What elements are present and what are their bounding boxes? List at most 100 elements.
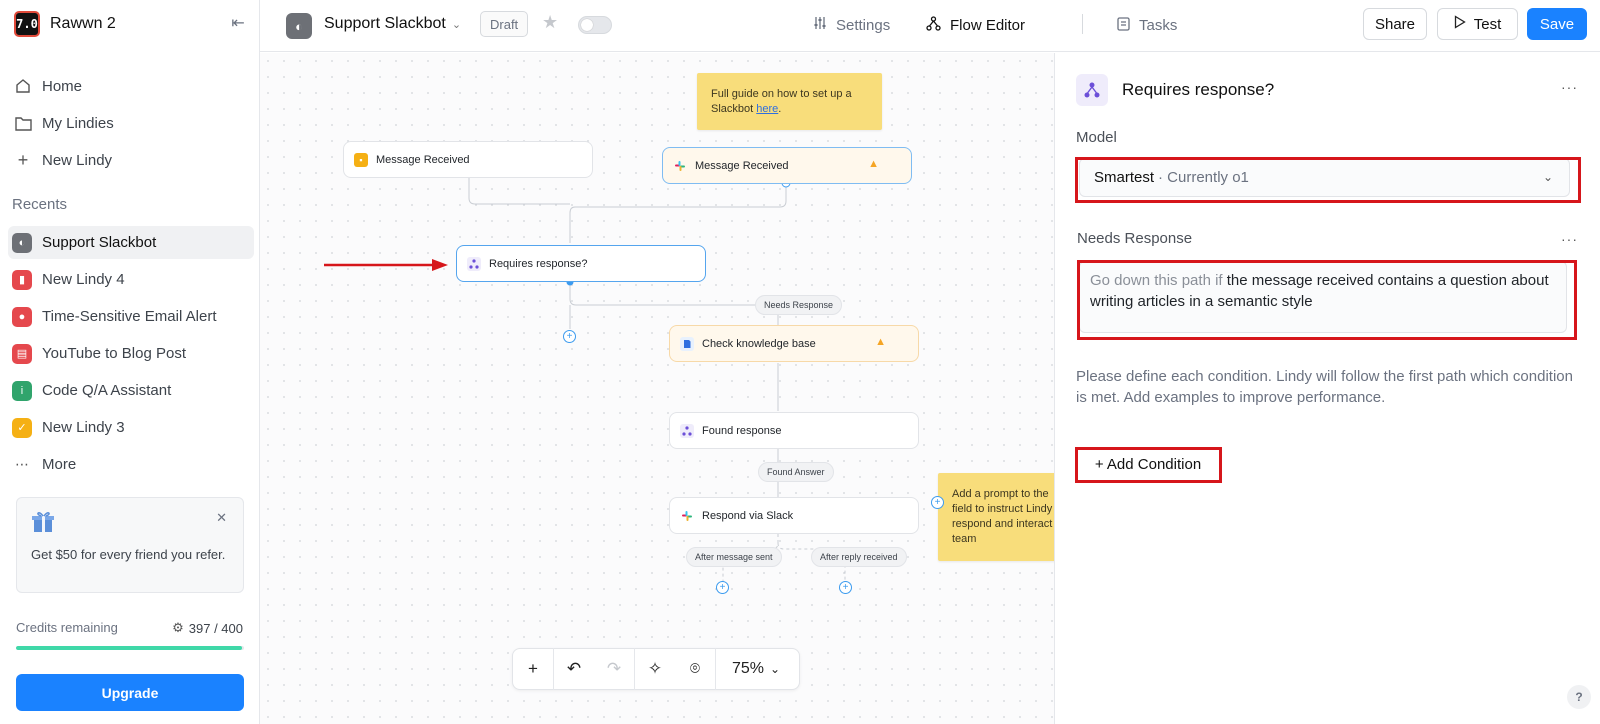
agent-name-dropdown[interactable]: Support Slackbot ⌄: [324, 15, 461, 33]
node-label: Message Received: [376, 153, 470, 166]
redo-icon[interactable]: ↷: [594, 649, 634, 689]
recent-item-label: Time-Sensitive Email Alert: [42, 308, 217, 325]
add-step-plus-icon[interactable]: +: [931, 496, 944, 509]
save-button[interactable]: Save: [1527, 8, 1587, 40]
workspace-switcher[interactable]: 7.0 Rawwn 2: [14, 11, 116, 37]
collapse-sidebar-icon[interactable]: ⇤: [227, 14, 249, 34]
recent-item-label: Support Slackbot: [42, 234, 157, 251]
credits-label: Credits remaining: [16, 620, 118, 635]
chevron-down-icon: ⌄: [451, 18, 462, 31]
node-found-response[interactable]: Found response: [669, 412, 919, 449]
tab-divider: [1082, 14, 1083, 34]
agent-icon: ◐: [286, 13, 312, 39]
star-icon[interactable]: ★: [542, 12, 558, 33]
zoom-dropdown[interactable]: 75% ⌄: [716, 660, 796, 678]
recents-more[interactable]: ⋯ More: [8, 448, 254, 481]
enable-toggle[interactable]: [578, 16, 612, 34]
tab-flow-editor-label: Flow Editor: [950, 16, 1026, 34]
test-button-label: Test: [1473, 15, 1502, 33]
add-node-icon[interactable]: +: [513, 649, 553, 689]
tab-tasks-label: Tasks: [1139, 16, 1178, 34]
node-respond-via-slack[interactable]: Respond via Slack: [669, 497, 919, 534]
flow-canvas[interactable]: Full guide on how to set up a Slackbot h…: [260, 53, 1054, 724]
edge-label-after-reply-received[interactable]: After reply received: [811, 547, 907, 567]
auto-layout-wand-icon[interactable]: ✧: [635, 649, 675, 689]
recent-item-time-sensitive-email-alert[interactable]: ● Time-Sensitive Email Alert: [8, 300, 254, 333]
more-dots-icon: ⋯: [15, 456, 29, 472]
cog-icon: ⚙: [172, 620, 184, 635]
recent-item-youtube-to-blog-post[interactable]: ▤ YouTube to Blog Post: [8, 337, 254, 370]
status-badge: Draft: [480, 11, 529, 37]
fit-view-icon[interactable]: ⌾: [675, 649, 715, 689]
zoom-level: 75%: [731, 660, 764, 677]
credits-progress-fill: [16, 646, 243, 650]
credits-value: ⚙ 397 / 400: [172, 620, 243, 636]
sliders-icon: [813, 16, 827, 34]
gift-icon: [31, 510, 55, 540]
node-label: Message Received: [695, 159, 789, 172]
recent-item-label: Code Q/A Assistant: [42, 382, 172, 399]
close-icon[interactable]: ✕: [216, 510, 227, 526]
flow-icon: [926, 15, 941, 35]
edge-label-after-message-sent[interactable]: After message sent: [686, 547, 782, 567]
slack-icon: [680, 509, 694, 523]
bell-icon: ●: [12, 306, 32, 327]
condition-prefix: Go down this path if: [1090, 272, 1223, 289]
edge-label-needs-response[interactable]: Needs Response: [755, 295, 843, 315]
node-message-received-slack[interactable]: Message Received ▲: [662, 147, 912, 184]
recent-item-label: YouTube to Blog Post: [42, 345, 186, 362]
nav-my-lindies-label: My Lindies: [42, 114, 114, 132]
nav-new-lindy-label: New Lindy: [42, 151, 113, 169]
model-sub: · Currently o1: [1158, 169, 1249, 186]
condition-input[interactable]: Go down this path if the message receive…: [1079, 261, 1567, 333]
recent-item-new-lindy-3[interactable]: ✓ New Lindy 3: [8, 411, 254, 444]
tab-flow-editor[interactable]: Flow Editor: [926, 14, 1025, 36]
info-icon: i: [12, 380, 32, 401]
annotation-arrow: [324, 259, 448, 271]
more-options-icon[interactable]: ···: [1561, 79, 1578, 95]
add-condition-button[interactable]: + Add Condition: [1078, 449, 1218, 480]
nav-new-lindy[interactable]: + New Lindy: [12, 144, 254, 176]
edge-label-found-answer[interactable]: Found Answer: [758, 462, 834, 482]
guide-note-period: .: [778, 103, 782, 115]
sidebar: 7.0 Rawwn 2 ⇤ Home My Lindies + New Lind…: [0, 0, 260, 724]
recent-item-new-lindy-4[interactable]: ▮ New Lindy 4: [8, 263, 254, 296]
node-label: Check knowledge base: [702, 337, 816, 350]
add-step-plus-icon[interactable]: +: [839, 581, 852, 594]
prompt-sticky-note[interactable]: Add a prompt to the field to instruct Li…: [938, 473, 1054, 561]
promo-text: Get $50 for every friend you refer.: [31, 547, 226, 562]
chevron-down-icon: ⌄: [1542, 170, 1553, 184]
add-step-plus-icon[interactable]: +: [716, 581, 729, 594]
folder-icon: [14, 114, 32, 132]
add-step-plus-icon[interactable]: +: [563, 330, 576, 343]
node-check-knowledge-base[interactable]: Check knowledge base ▲: [669, 325, 919, 362]
chart-icon: ▮: [12, 269, 32, 290]
upgrade-button[interactable]: Upgrade: [16, 674, 244, 711]
node-requires-response[interactable]: Requires response?: [456, 245, 706, 282]
nav-my-lindies[interactable]: My Lindies: [12, 107, 254, 139]
guide-sticky-note[interactable]: Full guide on how to set up a Slackbot h…: [697, 73, 882, 130]
agent-name: Support Slackbot: [324, 15, 446, 32]
test-button[interactable]: Test: [1437, 8, 1518, 40]
help-icon[interactable]: ?: [1567, 685, 1591, 709]
recent-item-label: New Lindy 3: [42, 419, 125, 436]
tab-settings[interactable]: Settings: [813, 14, 890, 36]
warning-icon: ▲: [875, 336, 886, 348]
undo-icon[interactable]: ↶: [554, 649, 594, 689]
more-options-icon[interactable]: ···: [1561, 231, 1578, 247]
help-text: Please define each condition. Lindy will…: [1076, 368, 1573, 406]
workspace-logo: 7.0: [14, 11, 40, 37]
save-button-label: Save: [1539, 15, 1575, 33]
model-select[interactable]: Smartest · Currently o1 ⌄: [1079, 158, 1570, 197]
toggle-knob: [581, 19, 593, 31]
nav-home[interactable]: Home: [12, 70, 254, 102]
share-button[interactable]: Share: [1363, 8, 1427, 40]
recent-item-code-qa-assistant[interactable]: i Code Q/A Assistant: [8, 374, 254, 407]
guide-link[interactable]: here: [756, 103, 778, 115]
recent-item-support-slackbot[interactable]: ◐ Support Slackbot: [8, 226, 254, 259]
node-label: Found response: [702, 424, 782, 437]
tab-tasks[interactable]: Tasks: [1117, 14, 1177, 36]
node-message-received-chat[interactable]: ▪ Message Received: [343, 141, 593, 178]
canvas-toolbar: + ↶ ↷ ✧ ⌾ 75% ⌄: [512, 648, 800, 690]
recents-heading: Recents: [12, 196, 68, 213]
